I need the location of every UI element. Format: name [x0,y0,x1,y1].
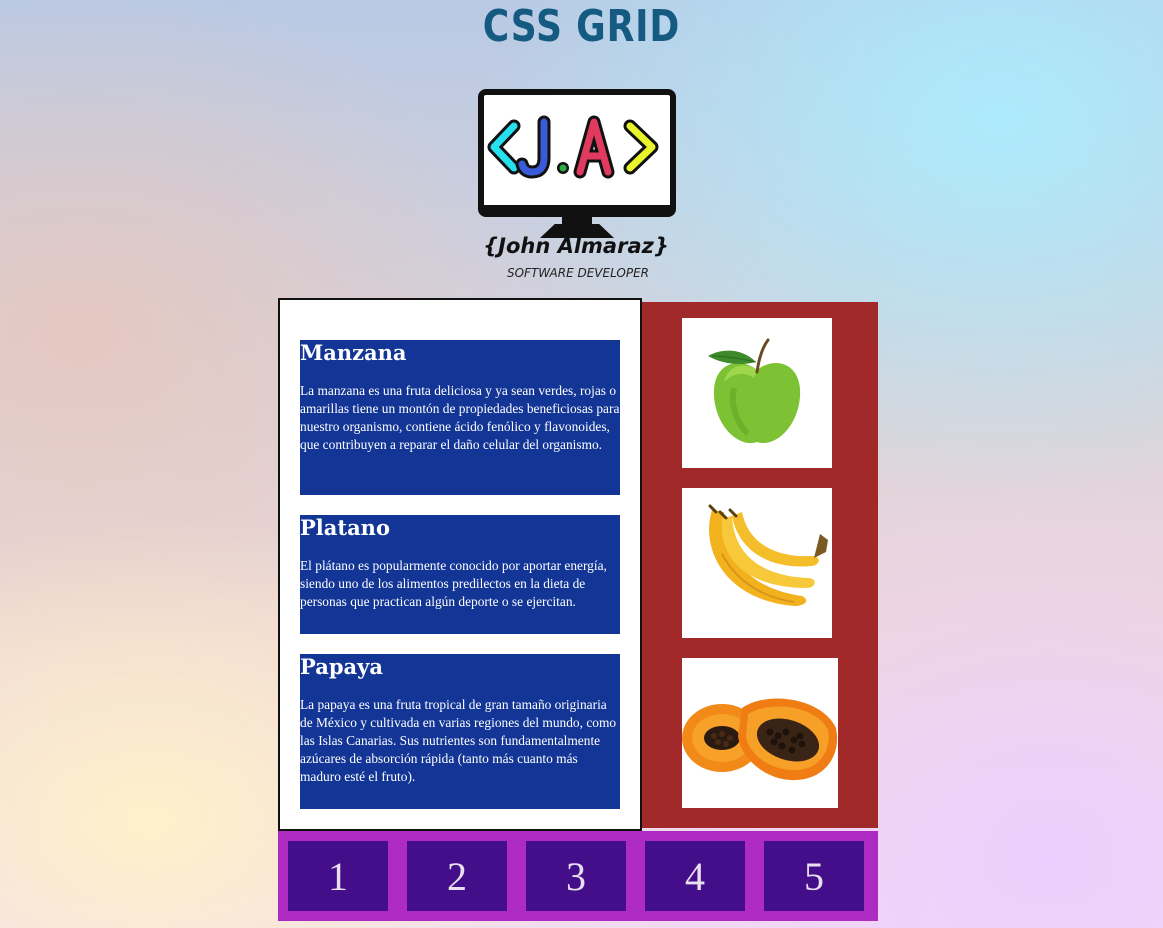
banana-image [682,488,832,638]
content-panel: Manzana La manzana es una fruta delicios… [278,298,642,831]
logo-tagline: SOFTWARE DEVELOPER [506,266,650,280]
number-bar: 1 2 3 4 5 [278,831,878,921]
logo-mark [487,115,659,179]
number-box-2: 2 [407,841,507,911]
number-box-5: 5 [764,841,864,911]
card-papaya: Papaya La papaya es una fruta tropical d… [300,654,620,809]
card-text: La papaya es una fruta tropical de gran … [300,697,617,784]
apple-image [682,318,832,468]
papaya-image [682,658,838,808]
image-gallery [642,302,878,828]
page-title: CSS GRID [482,1,681,52]
number-box-4: 4 [645,841,745,911]
number-box-3: 3 [526,841,626,911]
logo-name: {John Almaraz} [483,234,669,258]
card-title: Manzana [300,340,407,365]
card-manzana: Manzana La manzana es una fruta delicios… [300,340,620,495]
logo: {John Almaraz} SOFTWARE DEVELOPER [476,88,686,283]
card-text: El plátano es popularmente conocido por … [300,558,607,609]
number-box-1: 1 [288,841,388,911]
card-title: Platano [300,515,390,540]
card-text: La manzana es una fruta deliciosa y ya s… [300,383,620,452]
card-platano: Platano El plátano es popularmente conoc… [300,515,620,634]
card-title: Papaya [300,654,383,679]
